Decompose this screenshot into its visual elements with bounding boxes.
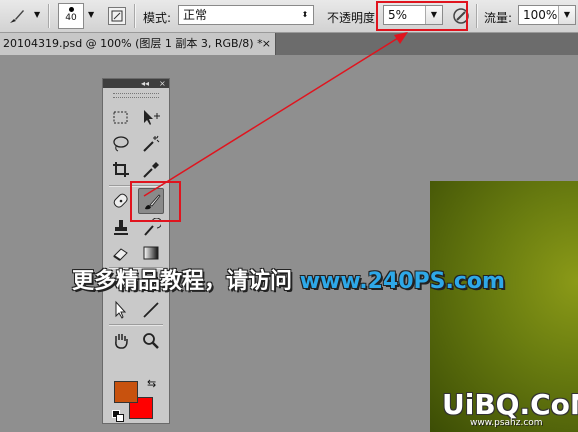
brush-panel-toggle-icon[interactable]	[108, 7, 126, 25]
opacity-highlight-box	[376, 1, 468, 31]
watermark-text: 更多精品教程，请访问	[72, 269, 293, 294]
site-logo: UiBQ.CoM	[442, 388, 578, 421]
brush-size-dropdown-arrow[interactable]: ▼	[88, 10, 94, 19]
flow-label: 流量:	[484, 11, 513, 25]
mode-value: 正常	[183, 8, 208, 22]
foreground-color-swatch[interactable]	[114, 381, 138, 403]
swap-colors-icon[interactable]: ⇆	[147, 377, 156, 390]
opacity-label: 不透明度:	[327, 11, 380, 25]
close-panel-icon[interactable]: ×	[159, 79, 166, 88]
brush-preset-icon[interactable]	[6, 6, 28, 26]
brush-tool-highlight-box	[130, 181, 181, 222]
site-logo-subtext: www.psahz.com	[470, 418, 543, 428]
magic-wand-tool-icon[interactable]	[139, 132, 163, 156]
path-selection-tool-icon[interactable]	[109, 298, 133, 322]
mode-label: 模式:	[143, 11, 172, 25]
brush-size-value: 40	[65, 13, 77, 23]
eraser-tool-icon[interactable]	[109, 241, 133, 265]
flow-dropdown-arrow-icon[interactable]: ▼	[558, 6, 575, 24]
crop-tool-icon[interactable]	[109, 158, 133, 182]
marquee-tool-icon[interactable]	[109, 106, 133, 130]
options-bar: ▼ 40 ▼ 模式: 正常 ⬍ 不透明度: 5% ▼ 流量: 100% ▼	[0, 0, 578, 33]
zoom-tool-icon[interactable]	[139, 329, 163, 353]
default-colors-icon[interactable]	[112, 410, 124, 422]
watermark-url: www.240PS.com	[299, 269, 505, 294]
brush-size-picker[interactable]: 40	[58, 3, 84, 29]
hand-tool-icon[interactable]	[109, 329, 133, 353]
watermark-banner: 更多精品教程，请访问 www.240PS.com	[72, 263, 505, 295]
collapse-panel-icon[interactable]: ◂◂	[141, 79, 149, 88]
panel-grip[interactable]	[113, 93, 159, 98]
tools-panel: ◂◂ × ⇆	[102, 78, 170, 424]
document-tab-bar: 20104319.psd @ 100% (图层 1 副本 3, RGB/8) *…	[0, 33, 578, 55]
brush-tip-dot-icon	[68, 7, 74, 12]
mode-select-arrow-icon: ⬍	[301, 10, 309, 19]
close-tab-icon[interactable]: ×	[262, 33, 271, 55]
lasso-tool-icon[interactable]	[109, 132, 133, 156]
gradient-tool-icon[interactable]	[139, 241, 163, 265]
tools-panel-titlebar[interactable]: ◂◂ ×	[103, 79, 169, 88]
eyedropper-tool-icon[interactable]	[139, 158, 163, 182]
document-title: 20104319.psd @ 100% (图层 1 副本 3, RGB/8) *	[3, 37, 263, 50]
preset-dropdown-arrow[interactable]: ▼	[34, 10, 40, 19]
flow-value: 100%	[523, 8, 558, 22]
line-tool-icon[interactable]	[139, 298, 163, 322]
document-tab[interactable]: 20104319.psd @ 100% (图层 1 副本 3, RGB/8) *…	[0, 33, 276, 55]
mode-select[interactable]: 正常 ⬍	[178, 5, 314, 25]
flow-input[interactable]: 100% ▼	[518, 5, 576, 25]
move-tool-icon[interactable]	[139, 106, 163, 130]
